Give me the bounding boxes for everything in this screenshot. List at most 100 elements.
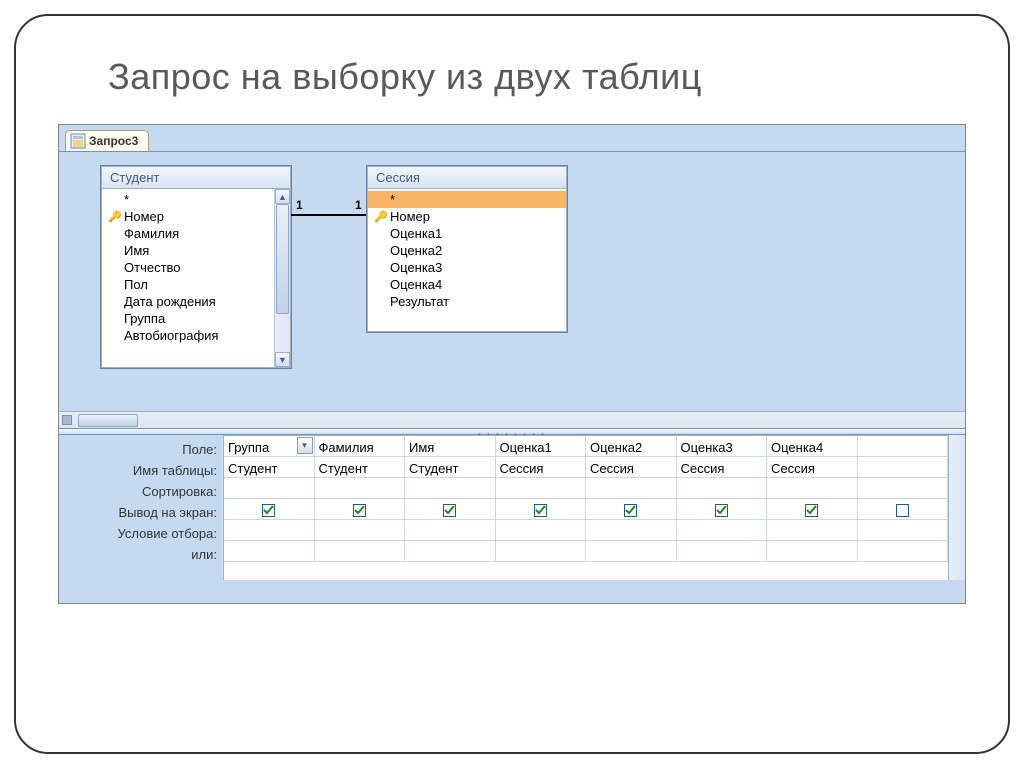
horizontal-scrollbar[interactable] (59, 411, 965, 428)
grid-cell[interactable] (677, 520, 768, 540)
grid-cell[interactable] (858, 499, 949, 519)
field-label: Результат (390, 294, 449, 309)
grid-cell[interactable] (767, 541, 858, 561)
grid-cell[interactable] (315, 478, 406, 498)
table-field[interactable]: Дата рождения (102, 293, 290, 310)
grid-cell[interactable]: Сессия (496, 457, 587, 477)
table-field[interactable]: Отчество (102, 259, 290, 276)
show-checkbox[interactable] (262, 504, 275, 517)
grid-cell[interactable]: Сессия (767, 457, 858, 477)
grid-cell[interactable] (677, 499, 768, 519)
grid-cell[interactable]: Сессия (677, 457, 768, 477)
grid-cell[interactable]: Студент (224, 457, 315, 477)
qbe-grid-cells[interactable]: Группа▾ФамилияИмя Оценка1 Оценка2Оценка3Оц… (223, 435, 948, 580)
scroll-down-button[interactable]: ▼ (275, 352, 290, 367)
grid-row (224, 520, 948, 541)
show-checkbox[interactable] (896, 504, 909, 517)
grid-cell[interactable]: Студент (405, 457, 496, 477)
cell-text: Оценка1 (500, 440, 552, 455)
table-field[interactable]: 🔑Номер (368, 208, 566, 225)
table-field[interactable]: * (368, 191, 566, 208)
grid-cell[interactable]: Оценка3 (677, 436, 768, 456)
table-field[interactable]: Оценка3 (368, 259, 566, 276)
grid-cell[interactable] (405, 499, 496, 519)
grid-cell[interactable] (315, 499, 406, 519)
table-field[interactable]: Фамилия (102, 225, 290, 242)
grid-cell[interactable]: Студент (315, 457, 406, 477)
grid-cell[interactable]: Оценка4 (767, 436, 858, 456)
grid-cell[interactable] (496, 478, 587, 498)
grid-cell[interactable] (224, 541, 315, 561)
scroll-left-button[interactable] (62, 415, 72, 425)
table-field[interactable]: * (102, 191, 290, 208)
grid-cell[interactable] (767, 520, 858, 540)
grid-cell[interactable] (586, 541, 677, 561)
grid-cell[interactable] (496, 541, 587, 561)
grid-cell[interactable]: Оценка2 (586, 436, 677, 456)
grid-row: СтудентСтудентСтудентСессияСессияСессияС… (224, 457, 948, 478)
table-field[interactable]: Автобиография (102, 327, 290, 344)
table-field[interactable]: Имя (102, 242, 290, 259)
table-field[interactable]: 🔑Номер (102, 208, 290, 225)
grid-cell[interactable]: Фамилия (315, 436, 406, 456)
table-session[interactable]: Сессия *🔑НомерОценка1 Оценка2Оценка3Оценк… (367, 166, 567, 332)
field-label: Оценка2 (390, 243, 442, 258)
relationship-canvas[interactable]: Студент *🔑НомерФамилияИмяОтчествоПолДата… (59, 151, 965, 411)
show-checkbox[interactable] (805, 504, 818, 517)
grid-cell[interactable] (858, 436, 949, 456)
grid-cell[interactable] (677, 541, 768, 561)
grid-cell[interactable] (496, 499, 587, 519)
grid-cell[interactable] (858, 541, 949, 561)
show-checkbox[interactable] (715, 504, 728, 517)
table-field[interactable]: Результат (368, 293, 566, 310)
field-label: Оценка1 (390, 226, 442, 241)
table-field[interactable]: Оценка4 (368, 276, 566, 293)
grid-cell[interactable]: Оценка1 (496, 436, 587, 456)
grid-cell[interactable] (224, 478, 315, 498)
field-list: *🔑НомерФамилияИмяОтчествоПолДата рождени… (102, 189, 290, 367)
grid-cell[interactable] (315, 541, 406, 561)
grid-cell[interactable] (315, 520, 406, 540)
field-label: Номер (390, 209, 430, 224)
grid-cell[interactable]: Группа▾ (224, 436, 315, 456)
query-tab[interactable]: Запрос3 (65, 130, 149, 151)
grid-cell[interactable] (405, 478, 496, 498)
show-checkbox[interactable] (353, 504, 366, 517)
grid-cell[interactable] (405, 541, 496, 561)
grid-cell[interactable] (224, 499, 315, 519)
grid-cell[interactable] (224, 520, 315, 540)
scroll-thumb-horizontal[interactable] (78, 414, 138, 427)
scroll-thumb[interactable] (276, 204, 289, 314)
grid-cell[interactable] (858, 457, 949, 477)
table-field[interactable]: Группа (102, 310, 290, 327)
scrollbar-vertical[interactable]: ▲ ▼ (274, 189, 290, 367)
grid-cell[interactable] (586, 478, 677, 498)
table-header[interactable]: Студент (102, 167, 290, 189)
cell-text: Сессия (500, 461, 544, 476)
grid-cell[interactable] (858, 520, 949, 540)
show-checkbox[interactable] (624, 504, 637, 517)
table-field[interactable]: Оценка2 (368, 242, 566, 259)
show-checkbox[interactable] (443, 504, 456, 517)
grid-cell[interactable] (767, 499, 858, 519)
grid-cell[interactable] (767, 478, 858, 498)
table-field[interactable]: Оценка1 (368, 225, 566, 242)
show-checkbox[interactable] (534, 504, 547, 517)
grid-cell[interactable]: Имя (405, 436, 496, 456)
table-field[interactable]: Пол (102, 276, 290, 293)
scroll-up-button[interactable]: ▲ (275, 189, 290, 204)
grid-cell[interactable] (586, 520, 677, 540)
table-student[interactable]: Студент *🔑НомерФамилияИмяОтчествоПолДата… (101, 166, 291, 368)
grid-cell[interactable] (496, 520, 587, 540)
dropdown-button[interactable]: ▾ (297, 437, 313, 454)
grid-cell[interactable]: Сессия (586, 457, 677, 477)
relationship-line[interactable] (291, 214, 367, 216)
grid-cell[interactable] (858, 478, 949, 498)
splitter-horizontal[interactable]: • • • • • • • • (59, 428, 965, 435)
grid-cell[interactable] (405, 520, 496, 540)
table-header[interactable]: Сессия (368, 167, 566, 189)
grid-cell[interactable] (677, 478, 768, 498)
grid-label: Вывод на экран: (59, 502, 217, 523)
grid-cell[interactable] (586, 499, 677, 519)
cell-text: Сессия (590, 461, 634, 476)
